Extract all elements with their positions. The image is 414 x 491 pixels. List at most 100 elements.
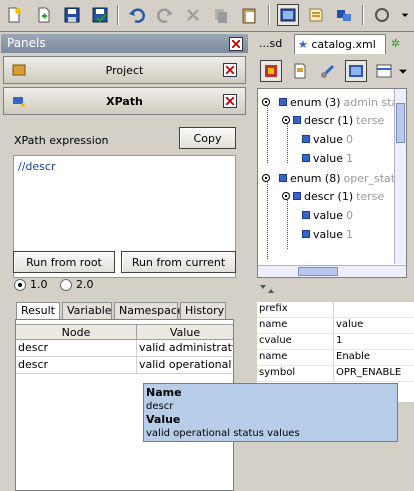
property-row[interactable]: symbol OPR_ENABLE [257, 366, 414, 382]
radio-unselected-icon [60, 278, 72, 291]
version-1-0-label: 1.0 [30, 278, 48, 291]
copy-icon[interactable] [210, 4, 232, 26]
version-2-0-radio[interactable]: 2.0 [60, 278, 94, 291]
close-project-icon[interactable] [223, 63, 237, 77]
expand-toggle-icon[interactable] [262, 98, 270, 106]
xpath-label: XPath [106, 95, 143, 108]
layout-icon[interactable] [373, 60, 395, 82]
tree-node-label: value [313, 151, 344, 165]
tree-node-label: value [313, 208, 344, 222]
tree-node-value[interactable]: value 1 [302, 149, 353, 167]
panels-title: Panels [7, 36, 46, 50]
expand-toggle-icon[interactable] [282, 192, 290, 200]
toggle-view-icon[interactable] [277, 4, 299, 26]
element-icon [302, 230, 310, 238]
close-xpath-icon[interactable] [223, 94, 237, 108]
tree-node-descr[interactable]: descr (1) terse [282, 187, 384, 205]
xpath-section[interactable]: XPath [3, 87, 246, 115]
scroll-thumb[interactable] [298, 267, 338, 276]
xml-tree: enum (3) admin state descr (1) terse val… [257, 88, 407, 278]
tree-node-value[interactable]: value 1 [302, 225, 353, 243]
compare-icon[interactable] [333, 4, 355, 26]
tab-history[interactable]: History [180, 302, 226, 319]
chevron-down-icon[interactable] [396, 60, 410, 82]
star-icon[interactable]: ✲ [388, 34, 403, 54]
tree-node-preview: 1 [346, 227, 354, 241]
dropdown-arrow-icon[interactable] [398, 4, 412, 26]
property-row[interactable]: name value [257, 318, 414, 334]
element-icon [302, 211, 310, 219]
copy-button[interactable]: Copy [179, 127, 236, 149]
run-from-root-button[interactable]: Run from root [13, 251, 115, 273]
property-row[interactable]: cvalue 1 [257, 334, 414, 350]
tab-variable[interactable]: Variable [62, 302, 112, 319]
property-row[interactable]: name Enable [257, 350, 414, 366]
property-key: symbol [257, 366, 334, 381]
tree-node-descr[interactable]: descr (1) terse [282, 111, 384, 129]
result-tooltip: Name descr Value valid operational statu… [143, 383, 398, 442]
tree-node-value[interactable]: value 0 [302, 206, 353, 224]
run-from-current-button[interactable]: Run from current [121, 251, 236, 273]
column-header-value[interactable]: Value [137, 325, 233, 339]
table-row[interactable]: descr valid administratve... [16, 340, 233, 357]
property-value: OPR_ENABLE [336, 367, 402, 378]
splitter-handle[interactable] [258, 283, 414, 293]
undo-icon[interactable] [126, 4, 148, 26]
star-icon: ★ [298, 38, 308, 51]
grid-view-icon[interactable] [345, 60, 367, 82]
tree-node-label: value [313, 227, 344, 241]
radio-selected-icon [14, 278, 26, 291]
add-file-icon[interactable] [33, 4, 55, 26]
file-tab-catalog[interactable]: ★ catalog.xml [294, 34, 386, 54]
file-tabs: ...sd ★ catalog.xml ✲ [252, 32, 414, 54]
cell-value: valid operational st... [139, 358, 233, 371]
close-panels-icon[interactable] [229, 37, 243, 51]
save-all-icon[interactable] [89, 4, 111, 26]
result-table-header: Node Value [16, 324, 233, 340]
tooltip-value-text: valid operational status values [146, 428, 300, 439]
element-icon [302, 154, 310, 162]
save-icon[interactable] [61, 4, 83, 26]
paste-icon[interactable] [238, 4, 260, 26]
tree-node-label: descr (1) [304, 113, 354, 127]
element-icon [279, 174, 287, 182]
tree-node-label: descr (1) [304, 189, 354, 203]
property-value: value [336, 319, 364, 330]
cut-icon[interactable] [182, 4, 204, 26]
table-row[interactable]: descr valid operational st... [16, 357, 233, 374]
new-file-icon[interactable] [3, 4, 25, 26]
element-icon [279, 98, 287, 106]
version-1-0-radio[interactable]: 1.0 [14, 278, 48, 291]
tab-namespace[interactable]: Namespace [114, 302, 184, 319]
tools-icon[interactable] [317, 60, 339, 82]
tree-node-value[interactable]: value 0 [302, 130, 353, 148]
cell-value: valid administratve... [139, 341, 233, 354]
tree-horizontal-scrollbar[interactable] [258, 265, 406, 277]
panels-header: Panels [1, 34, 248, 53]
expand-toggle-icon[interactable] [282, 116, 290, 124]
tab-result[interactable]: Result [16, 302, 60, 320]
notes-icon[interactable] [305, 4, 327, 26]
tree-node-preview: 0 [346, 132, 354, 146]
project-section[interactable]: Project [3, 56, 246, 84]
file-tab-xsd[interactable]: ...sd [256, 34, 285, 54]
refresh-icon[interactable] [371, 4, 393, 26]
tree-node-label: enum (3) [290, 95, 341, 109]
document-icon[interactable] [289, 60, 311, 82]
tooltip-value-label: Value [146, 413, 181, 426]
redo-icon[interactable] [154, 4, 176, 26]
edit-mode-icon[interactable] [260, 60, 282, 82]
project-label: Project [105, 64, 144, 77]
tree-node-preview: terse [356, 189, 385, 203]
tree-node-enum[interactable]: enum (8) oper_statu [262, 169, 402, 187]
column-header-node[interactable]: Node [16, 325, 137, 339]
tree-node-enum[interactable]: enum (3) admin state [262, 93, 406, 111]
property-row[interactable]: prefix [257, 302, 414, 318]
main-toolbar [0, 0, 414, 32]
version-2-0-label: 2.0 [76, 278, 94, 291]
tree-vertical-scrollbar[interactable] [394, 89, 406, 264]
file-tab-catalog-label: catalog.xml [311, 38, 376, 51]
property-value: 1 [336, 335, 343, 346]
scroll-thumb[interactable] [396, 103, 405, 143]
expand-toggle-icon[interactable] [262, 174, 270, 182]
